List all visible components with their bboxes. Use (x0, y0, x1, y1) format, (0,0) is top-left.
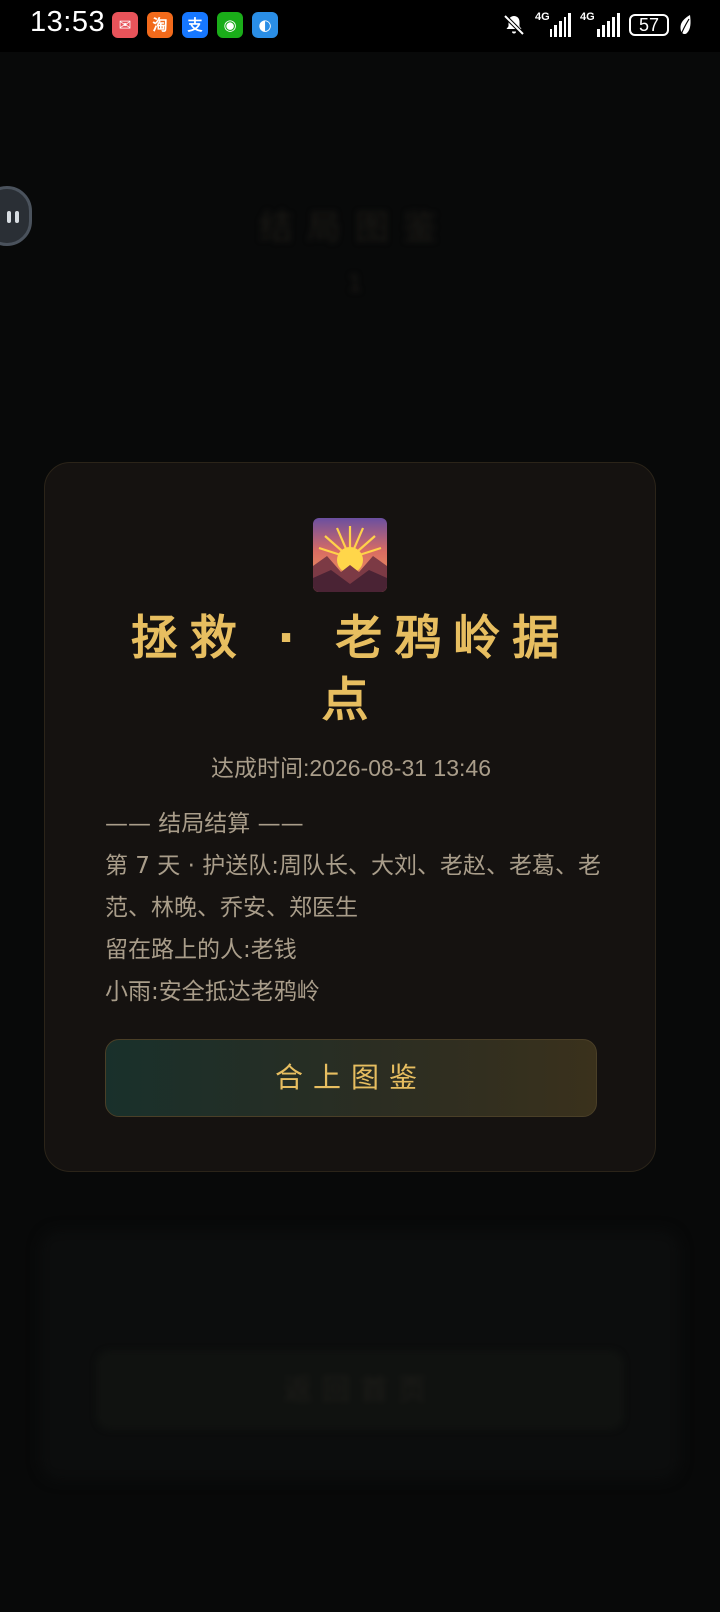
ending-title: 拯救 · 老鸦岭据点 (130, 611, 572, 728)
ending-summary: —— 结局结算 —— 第 7 天 · 护送队:周队长、大刘、老赵、老葛、老范、林… (105, 803, 605, 1013)
sunrise-over-mountains-icon (313, 518, 387, 592)
close-gallery-button[interactable]: 合上图鉴 (105, 1039, 597, 1117)
signal-icon-1: 4G (535, 11, 571, 37)
wechat-icon: ◉ (217, 12, 243, 38)
achieved-label: 达成时间: (211, 755, 310, 781)
alipay-icon: 支 (182, 12, 208, 38)
ending-card: 拯救 · 老鸦岭据点 达成时间:2026-08-31 13:46 —— 结局结算… (44, 462, 656, 1172)
leaf-icon (680, 15, 691, 36)
mail-icon: ✉ (112, 12, 138, 38)
achieved-time-row: 达成时间:2026-08-31 13:46 (45, 749, 657, 783)
mute-bell-icon (503, 14, 525, 36)
status-time: 13:53 (30, 6, 106, 38)
browser-icon: ◐ (252, 12, 278, 38)
summary-xiaoyu: 小雨:安全抵达老鸦岭 (105, 979, 320, 1005)
achieved-time: 2026-08-31 13:46 (309, 755, 491, 781)
summary-escort-team: 第 7 天 · 护送队:周队长、大刘、老赵、老葛、老范、林晚、乔安、郑医生 (105, 853, 601, 921)
battery-indicator: 57 (629, 14, 669, 36)
status-indicators: 4G 4G 57 (502, 10, 692, 40)
background-subtitle: 1 (348, 272, 362, 297)
summary-left-behind: 留在路上的人:老钱 (105, 937, 297, 963)
background-button: 返回首页 (96, 1350, 624, 1430)
screen: 13:53 ✉ 淘 支 ◉ ◐ 4G 4G 57 结局图鉴 1 返回首页 拯救 … (0, 0, 720, 1612)
summary-header: —— 结局结算 —— (105, 811, 304, 837)
status-bar: 13:53 ✉ 淘 支 ◉ ◐ 4G 4G 57 (0, 0, 720, 52)
taobao-icon: 淘 (147, 12, 173, 38)
signal-icon-2: 4G (580, 11, 621, 37)
background-title: 结局图鉴 (259, 208, 451, 248)
